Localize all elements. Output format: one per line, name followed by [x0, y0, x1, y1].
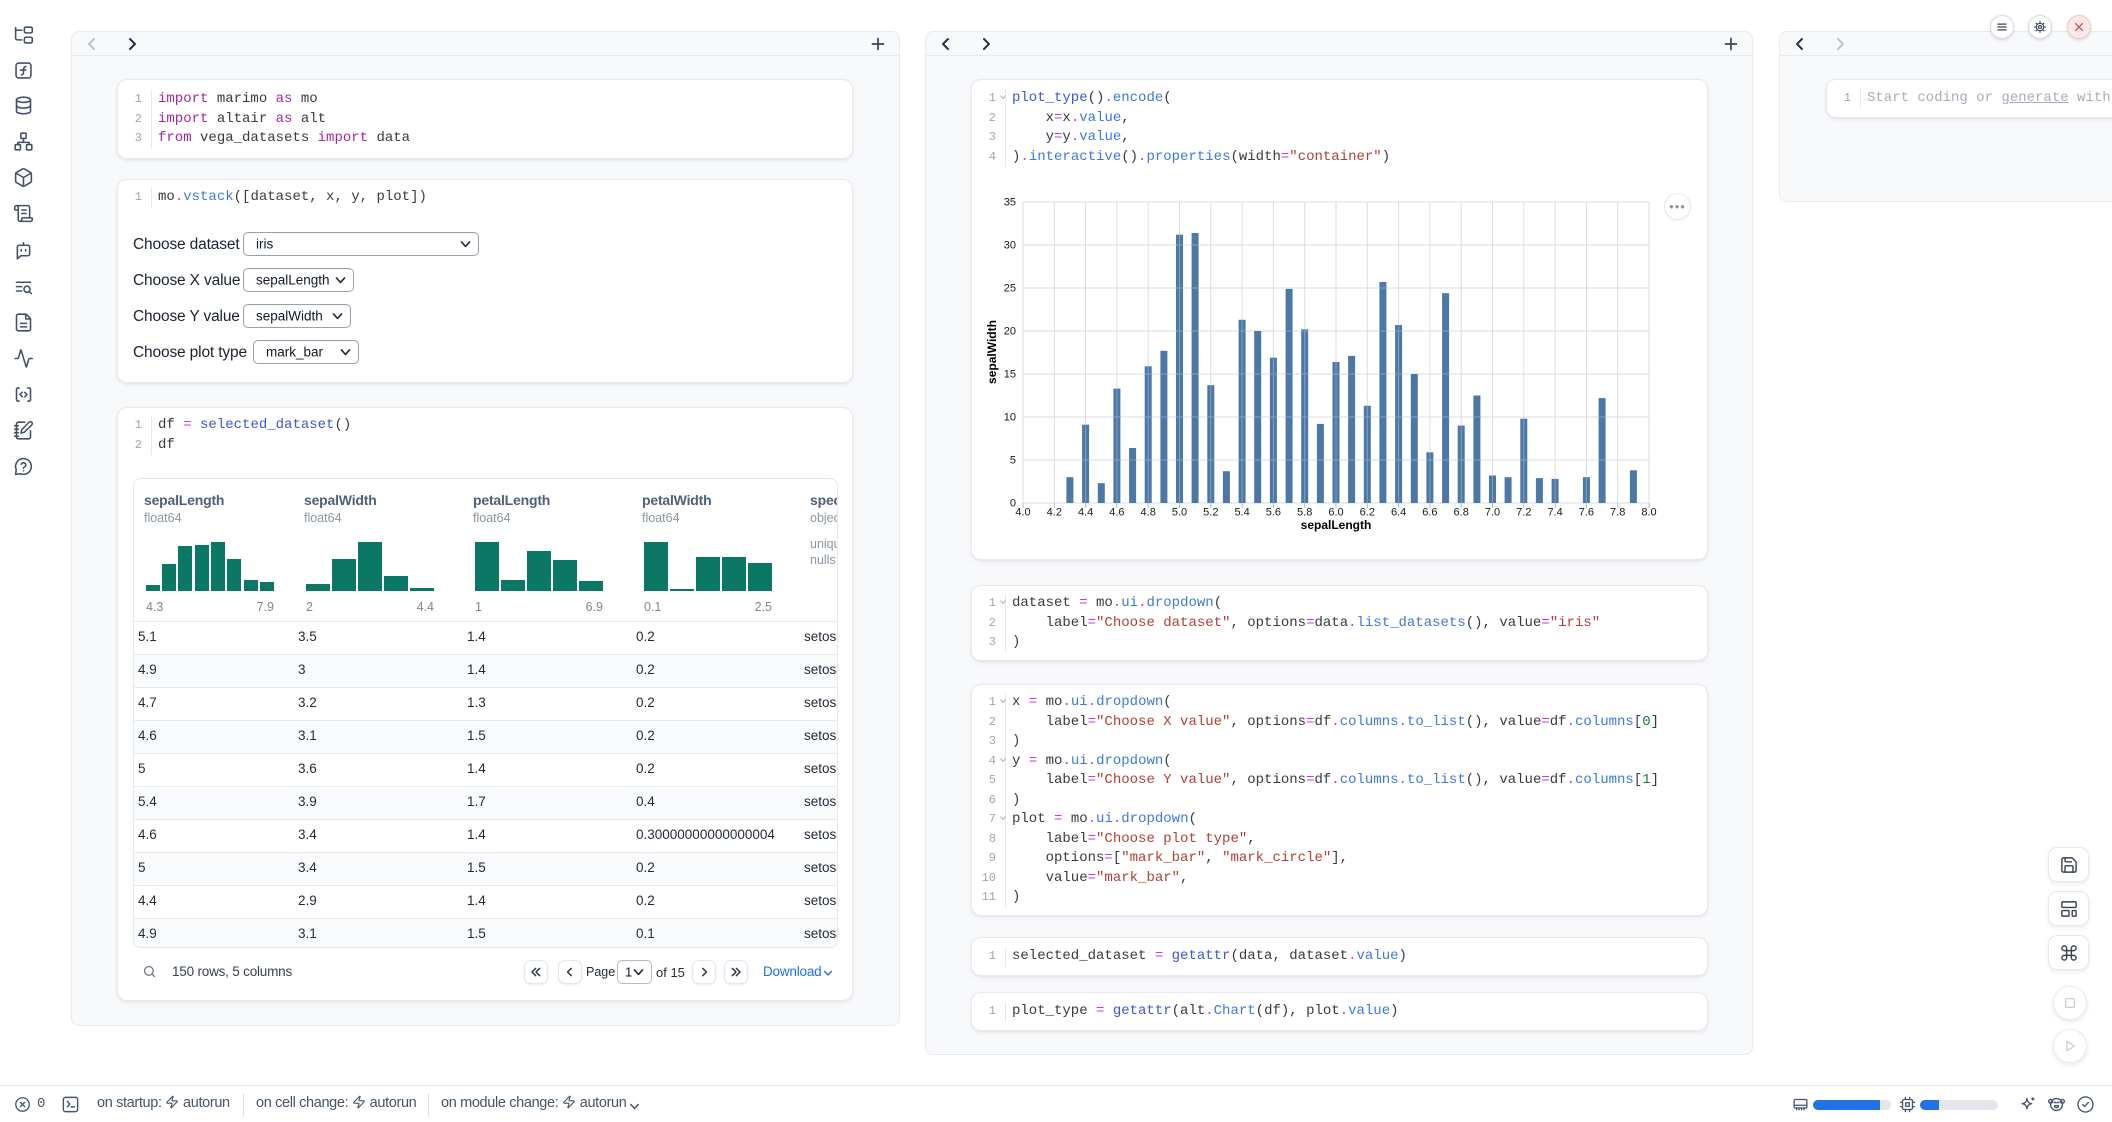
svg-text:7.4: 7.4 [1547, 507, 1562, 519]
svg-text:6.0: 6.0 [1328, 507, 1343, 519]
svg-text:6.4: 6.4 [1391, 507, 1406, 519]
svg-text:7.2: 7.2 [1516, 507, 1531, 519]
svg-text:0: 0 [1010, 498, 1016, 510]
svg-text:sepalLength: sepalLength [1301, 518, 1372, 532]
svg-text:4.0: 4.0 [1015, 507, 1030, 519]
svg-text:30: 30 [1004, 240, 1016, 252]
svg-text:5.2: 5.2 [1203, 507, 1218, 519]
svg-text:25: 25 [1004, 283, 1016, 295]
svg-text:4.2: 4.2 [1047, 507, 1062, 519]
svg-text:20: 20 [1004, 326, 1016, 338]
svg-text:35: 35 [1004, 197, 1016, 209]
svg-text:5: 5 [1010, 455, 1016, 467]
svg-text:5.8: 5.8 [1297, 507, 1312, 519]
svg-text:sepalWidth: sepalWidth [985, 320, 999, 384]
svg-text:4.8: 4.8 [1141, 507, 1156, 519]
svg-text:6.6: 6.6 [1422, 507, 1437, 519]
svg-text:10: 10 [1004, 412, 1016, 424]
svg-text:8.0: 8.0 [1641, 507, 1656, 519]
svg-text:4.4: 4.4 [1078, 507, 1093, 519]
svg-text:7.6: 7.6 [1579, 507, 1594, 519]
svg-text:15: 15 [1004, 369, 1016, 381]
svg-text:7.0: 7.0 [1485, 507, 1500, 519]
svg-text:6.8: 6.8 [1454, 507, 1469, 519]
svg-text:5.6: 5.6 [1266, 507, 1281, 519]
svg-text:4.6: 4.6 [1109, 507, 1124, 519]
svg-text:6.2: 6.2 [1360, 507, 1375, 519]
svg-text:5.0: 5.0 [1172, 507, 1187, 519]
svg-text:5.4: 5.4 [1234, 507, 1249, 519]
svg-text:7.8: 7.8 [1610, 507, 1625, 519]
